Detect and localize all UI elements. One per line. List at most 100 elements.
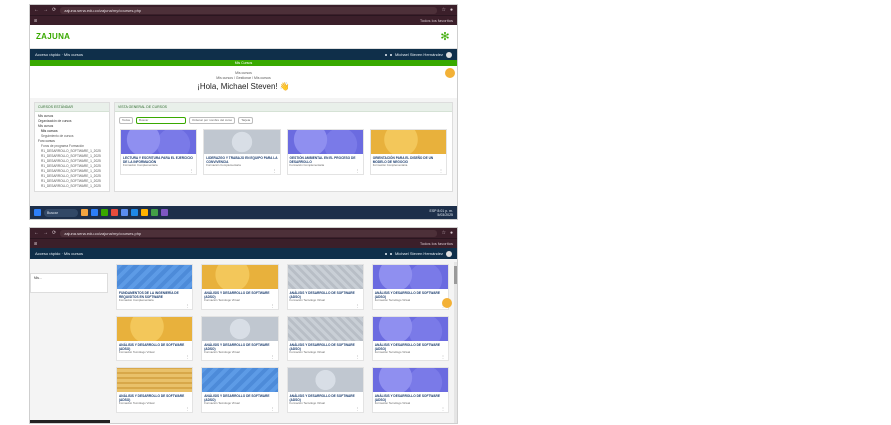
card-menu-icon[interactable]: ⋮ [288, 406, 363, 412]
course-card[interactable]: ANÁLISIS Y DESARROLLO DE SOFTWARE (ADSO)… [286, 264, 364, 310]
taskbar-app-icon[interactable] [151, 209, 158, 216]
taskbar-app-icon[interactable] [91, 209, 98, 216]
taskbar-search[interactable]: Buscar [44, 208, 78, 217]
course-title[interactable]: LIDERAZGO Y TRABAJO EN EQUIPO PARA LA CO… [204, 154, 279, 164]
user-name[interactable]: Michael Steven Hernández [395, 251, 443, 256]
course-title[interactable]: ORIENTACIÓN PARA EL DISEÑO DE UN MODELO … [371, 154, 446, 164]
course-card[interactable]: LIDERAZGO Y TRABAJO EN EQUIPO PARA LA CO… [203, 129, 281, 175]
profile-icon[interactable]: ● [450, 230, 453, 236]
taskbar-app-icon[interactable] [81, 209, 88, 216]
course-title[interactable]: FUNDAMENTOS DE LA INGENIERÍA DE REQUISIT… [117, 289, 192, 299]
avatar[interactable] [446, 51, 452, 58]
card-menu-icon[interactable]: ⋮ [117, 354, 192, 360]
course-image[interactable] [372, 265, 448, 289]
filter-all-select[interactable]: Todos [119, 117, 134, 124]
start-icon[interactable] [34, 209, 41, 216]
reload-icon[interactable]: ⟳ [52, 230, 56, 236]
course-image[interactable] [202, 316, 278, 341]
course-title[interactable]: ANÁLISIS Y DESARROLLO DE SOFTWARE (ADSO) [202, 289, 277, 299]
course-image[interactable] [117, 368, 193, 393]
course-image[interactable] [117, 316, 193, 341]
course-card[interactable]: ANÁLISIS Y DESARROLLO DE SOFTWARE (ADSO)… [201, 367, 279, 413]
forward-icon[interactable]: → [43, 230, 48, 236]
course-title[interactable]: ANÁLISIS Y DESARROLLO DE SOFTWARE (ADSO) [288, 392, 363, 402]
view-select[interactable]: Tarjeta [238, 117, 254, 124]
address-bar[interactable]: zajuna.sena.edu.co/zajuna/my/courses.php [60, 6, 438, 14]
course-image[interactable] [287, 130, 363, 154]
taskbar-app-icon[interactable] [141, 209, 148, 216]
course-title[interactable]: ANÁLISIS Y DESARROLLO DE SOFTWARE (ADSO) [202, 392, 277, 402]
taskbar-app-icon[interactable] [111, 209, 118, 216]
profile-icon[interactable]: ● [450, 7, 453, 13]
avatar[interactable] [446, 250, 452, 257]
course-image[interactable] [202, 368, 278, 393]
all-bookmarks-link[interactable]: Todos los favoritos [420, 18, 453, 23]
card-menu-icon[interactable]: ⋮ [371, 168, 446, 174]
course-image[interactable] [204, 130, 280, 154]
card-menu-icon[interactable]: ⋮ [373, 406, 448, 412]
course-title[interactable]: LECTURA Y ESCRITURA PARA EL EJERCICIO DE… [121, 154, 196, 164]
back-icon[interactable]: ← [34, 7, 39, 13]
back-icon[interactable]: ← [34, 230, 39, 236]
accessibility-fab[interactable] [445, 68, 455, 78]
course-title[interactable]: ANÁLISIS Y DESARROLLO DE SOFTWARE (ADSO) [202, 341, 277, 351]
zajuna-logo[interactable]: ZAJUNA [36, 32, 70, 41]
notifications-icon[interactable] [384, 53, 387, 56]
messages-icon[interactable] [389, 53, 392, 56]
card-menu-icon[interactable]: ⋮ [202, 303, 277, 309]
course-card[interactable]: ANÁLISIS Y DESARROLLO DE SOFTWARE (ADSO)… [371, 264, 449, 310]
course-card[interactable]: ANÁLISIS Y DESARROLLO DE SOFTWARE (ADSO)… [116, 315, 194, 362]
notifications-icon[interactable] [384, 252, 387, 255]
sort-select[interactable]: Ordenar por nombre del curso [189, 117, 236, 124]
scrollbar-thumb[interactable] [454, 266, 457, 284]
course-image[interactable] [372, 316, 448, 341]
nav-links[interactable]: Acceso rápido · Mis cursos [35, 251, 83, 256]
card-menu-icon[interactable]: ⋮ [202, 354, 277, 360]
taskbar-app-icon[interactable] [121, 209, 128, 216]
forward-icon[interactable]: → [43, 7, 48, 13]
course-card[interactable]: ANÁLISIS Y DESARROLLO DE SOFTWARE (ADSO)… [201, 264, 279, 310]
course-card[interactable]: FUNDAMENTOS DE LA INGENIERÍA DE REQUISIT… [116, 264, 194, 310]
sidebar-item[interactable]: R1_DESARROLLO_SOFTWARE_1_2025 [38, 184, 106, 189]
course-card[interactable]: LECTURA Y ESCRITURA PARA EL EJERCICIO DE… [120, 129, 198, 175]
course-title[interactable]: GESTIÓN AMBIENTAL EN EL PROCESO DE DESAR… [288, 154, 363, 164]
sidebar-fragment-label[interactable]: Mis... [34, 276, 42, 280]
search-input[interactable]: Buscar [136, 117, 187, 124]
course-image[interactable] [202, 265, 278, 289]
card-menu-icon[interactable]: ⋮ [288, 354, 363, 360]
course-title[interactable]: ANÁLISIS Y DESARROLLO DE SOFTWARE (ADSO) [373, 289, 448, 299]
breadcrumb[interactable]: Mis cursos / Gestionar / Mis cursos [30, 76, 457, 80]
apps-icon[interactable]: ⊞ [34, 241, 37, 246]
card-menu-icon[interactable]: ⋮ [204, 168, 279, 174]
taskbar-app-icon[interactable] [161, 209, 168, 216]
taskbar-app-icon[interactable] [101, 209, 108, 216]
system-tray[interactable]: ESP 8:01 p. m. 5/03/2025 [429, 209, 453, 217]
card-menu-icon[interactable]: ⋮ [288, 168, 363, 174]
course-card[interactable]: GESTIÓN AMBIENTAL EN EL PROCESO DE DESAR… [286, 129, 364, 175]
course-image[interactable] [370, 130, 446, 154]
course-card[interactable]: ANÁLISIS Y DESARROLLO DE SOFTWARE (ADSO)… [116, 367, 194, 413]
nav-links[interactable]: Acceso rápido · Mis cursos [35, 52, 83, 57]
course-card[interactable]: ANÁLISIS Y DESARROLLO DE SOFTWARE (ADSO)… [286, 367, 364, 413]
accessibility-fab[interactable] [442, 298, 452, 308]
course-title[interactable]: ANÁLISIS Y DESARROLLO DE SOFTWARE (ADSO) [288, 341, 363, 351]
card-menu-icon[interactable]: ⋮ [373, 303, 448, 309]
messages-icon[interactable] [389, 252, 392, 255]
card-menu-icon[interactable]: ⋮ [117, 303, 192, 309]
taskbar-app-icon[interactable] [131, 209, 138, 216]
course-image[interactable] [287, 265, 363, 289]
course-image[interactable] [121, 130, 197, 154]
course-card[interactable]: ANÁLISIS Y DESARROLLO DE SOFTWARE (ADSO)… [371, 315, 449, 362]
course-image[interactable] [117, 265, 193, 289]
course-image[interactable] [287, 316, 363, 341]
bookmark-icon[interactable]: ☆ [441, 230, 445, 236]
course-card[interactable]: ANÁLISIS Y DESARROLLO DE SOFTWARE (ADSO)… [371, 367, 449, 413]
card-menu-icon[interactable]: ⋮ [288, 303, 363, 309]
course-title[interactable]: ANÁLISIS Y DESARROLLO DE SOFTWARE (ADSO) [117, 392, 192, 402]
course-title[interactable]: ANÁLISIS Y DESARROLLO DE SOFTWARE (ADSO) [373, 392, 448, 402]
course-title[interactable]: ANÁLISIS Y DESARROLLO DE SOFTWARE (ADSO) [373, 341, 448, 351]
card-menu-icon[interactable]: ⋮ [117, 406, 192, 412]
course-image[interactable] [287, 368, 363, 393]
course-card[interactable]: ORIENTACIÓN PARA EL DISEÑO DE UN MODELO … [369, 129, 447, 175]
course-title[interactable]: ANÁLISIS Y DESARROLLO DE SOFTWARE (ADSO) [288, 289, 363, 299]
